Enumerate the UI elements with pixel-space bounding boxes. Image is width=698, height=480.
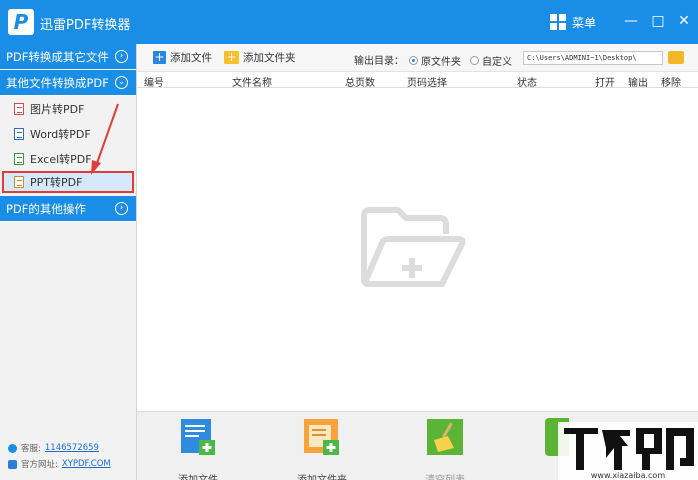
bottom-clear-list-button[interactable]: 清空列表 — [405, 418, 485, 480]
site-label: 官方网址: — [21, 460, 58, 470]
add-file-label: 添加文件 — [170, 52, 212, 64]
section-label: PDF转换成其它文件 — [6, 50, 109, 64]
browse-folder-icon[interactable] — [668, 51, 684, 64]
bottom-add-folder-label: 添加文件夹 — [282, 471, 362, 480]
contact-site: 官方网址: XYPDF.COM — [8, 458, 111, 470]
col-index: 编号 — [144, 78, 164, 89]
radio-dot-icon — [470, 56, 479, 65]
sidebar-section-pdf-other-ops[interactable]: PDF的其他操作 › — [0, 196, 136, 222]
folder-plus-icon: + — [224, 51, 239, 64]
radio-source-label: 原文件夹 — [421, 57, 461, 68]
sidebar-item-label: PPT转PDF — [30, 176, 83, 189]
col-open: 打开 — [595, 78, 615, 89]
add-folder-button[interactable]: + 添加文件夹 — [224, 50, 296, 65]
menu-label: 菜单 — [572, 15, 597, 30]
radio-source-folder[interactable]: 原文件夹 — [409, 53, 461, 68]
sidebar-item-ppt-to-pdf[interactable]: PPT转PDF — [2, 171, 134, 193]
sidebar-item-word-to-pdf[interactable]: Word转PDF — [0, 121, 136, 146]
col-remove: 移除 — [661, 78, 681, 89]
word-file-icon — [14, 127, 24, 140]
sidebar-item-label: Excel转PDF — [30, 152, 92, 166]
broom-icon — [427, 419, 463, 455]
sidebar-section-pdf-to-other[interactable]: PDF转换成其它文件 › — [0, 44, 136, 70]
bottom-add-file-label: 添加文件 — [158, 471, 238, 480]
col-status: 状态 — [517, 78, 537, 89]
col-output: 输出 — [628, 78, 648, 89]
image-file-icon — [14, 102, 24, 115]
add-file-button[interactable]: + 添加文件 — [153, 50, 212, 65]
plus-icon: + — [153, 50, 166, 64]
qq-number-link[interactable]: 1146572659 — [45, 443, 99, 453]
col-pages: 总页数 — [345, 78, 375, 89]
add-folder-label: 添加文件夹 — [243, 52, 296, 64]
sidebar: PDF转换成其它文件 › 其他文件转换成PDF ⌄ 图片转PDF Word转PD… — [0, 44, 137, 480]
circle-right-icon: › — [115, 202, 128, 215]
circle-right-icon: › — [115, 50, 128, 63]
sidebar-section-other-to-pdf[interactable]: 其他文件转换成PDF ⌄ — [0, 70, 136, 96]
sidebar-item-image-to-pdf[interactable]: 图片转PDF — [0, 96, 136, 121]
sidebar-item-label: 图片转PDF — [30, 102, 85, 116]
file-table-header: 编号 文件名称 总页数 页码选择 状态 打开 输出 移除 — [137, 72, 698, 89]
sidebar-item-excel-to-pdf[interactable]: Excel转PDF — [0, 146, 136, 171]
radio-dot-icon — [409, 56, 418, 65]
menu-button[interactable]: 菜单 — [550, 13, 596, 31]
section-label: PDF的其他操作 — [6, 202, 86, 216]
output-path-field[interactable]: C:\Users\ADMINI~1\Desktop\ — [523, 51, 663, 65]
close-button[interactable]: ✕ — [673, 10, 695, 32]
site-link[interactable]: XYPDF.COM — [62, 459, 111, 469]
title-bar: P 迅雷PDF转换器 菜单 — □ ✕ — [0, 0, 698, 44]
toolbar: + 添加文件 + 添加文件夹 输出目录： 原文件夹 自定义 C:\Users\A… — [137, 44, 698, 72]
contact-qq: 客服: 1146572659 — [8, 442, 99, 454]
radio-custom-label: 自定义 — [482, 57, 512, 68]
excel-file-icon — [14, 152, 24, 165]
bottom-add-file-button[interactable]: 添加文件 — [158, 418, 238, 480]
ppt-file-icon — [14, 176, 24, 188]
circle-down-icon: ⌄ — [115, 76, 128, 89]
watermark-text: www.xiazaiba.com — [591, 471, 665, 480]
output-dir-label: 输出目录： — [354, 56, 404, 67]
grid-menu-icon — [550, 14, 566, 30]
bottom-clear-list-label: 清空列表 — [405, 471, 485, 480]
minimize-button[interactable]: — — [620, 10, 642, 32]
maximize-button[interactable]: □ — [647, 10, 669, 32]
col-filename: 文件名称 — [232, 78, 272, 89]
ie-icon — [8, 459, 17, 469]
app-title: 迅雷PDF转换器 — [40, 18, 131, 33]
radio-custom[interactable]: 自定义 — [470, 53, 512, 68]
qq-label: 客服: — [21, 444, 41, 454]
app-logo: P — [8, 9, 34, 35]
empty-folder-icon[interactable] — [358, 206, 468, 288]
watermark-logo: www.xiazaiba.com — [558, 422, 698, 480]
col-page-select: 页码选择 — [407, 78, 447, 89]
section-label: 其他文件转换成PDF — [6, 76, 109, 90]
sidebar-item-label: Word转PDF — [30, 127, 91, 141]
add-file-large-icon — [181, 419, 215, 455]
bottom-add-folder-button[interactable]: 添加文件夹 — [282, 418, 362, 480]
qq-icon — [8, 443, 17, 453]
add-folder-large-icon — [304, 419, 339, 455]
